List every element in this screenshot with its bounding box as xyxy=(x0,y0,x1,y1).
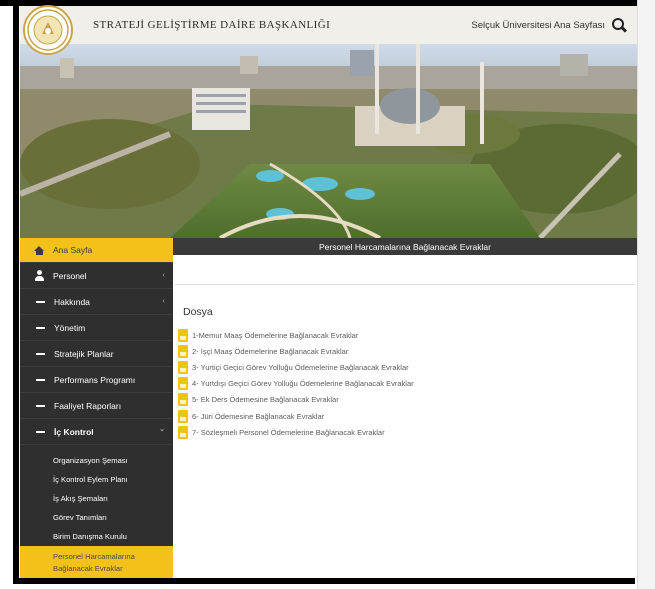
submenu-item-ic-kontrol-eylem-plani[interactable]: İç Kontrol Eylem Planı xyxy=(20,470,173,489)
sidebar-item-ic-kontrol[interactable]: İç Kontrol ⌄ xyxy=(20,419,173,445)
chevron-left-icon: ‹ xyxy=(162,298,165,305)
sidebar-item-label: Personel xyxy=(53,270,87,281)
dash-icon xyxy=(36,404,45,407)
sidebar-item-label: Hakkında xyxy=(54,296,90,307)
university-seal-icon xyxy=(27,9,69,51)
dash-icon xyxy=(36,378,45,381)
dash-icon xyxy=(36,326,45,329)
user-icon xyxy=(34,270,45,281)
file-link[interactable]: 2- İşçi Maaş Ödemelerine Bağlanacak Evra… xyxy=(192,347,348,356)
frame-left xyxy=(13,0,19,584)
frame-bottom xyxy=(13,578,635,584)
submenu-item-organizasyon-semasi[interactable]: Organizasyon Şeması xyxy=(20,451,173,470)
file-list: 1-Memur Maaş Ödemelerine Bağlanacak Evra… xyxy=(178,327,414,440)
search-icon[interactable] xyxy=(611,17,627,33)
file-link[interactable]: 5- Ek Ders Ödemesine Bağlanacak Evraklar xyxy=(192,395,339,404)
sidebar-item-stratejik-planlar[interactable]: Stratejik Planlar xyxy=(20,341,173,367)
submenu-item-gorev-tanimlari[interactable]: Görev Tanımları xyxy=(20,508,173,527)
document-icon xyxy=(178,360,188,374)
sidebar-item-performans-programi[interactable]: Performans Programı xyxy=(20,367,173,393)
site-title[interactable]: STRATEJİ GELİŞTİRME DAİRE BAŞKANLIĞI xyxy=(93,19,471,31)
document-icon xyxy=(178,377,188,391)
sidebar-item-yonetim[interactable]: Yönetim xyxy=(20,315,173,341)
sidebar-nav: Ana Sayfa Personel ‹ Hakkında ‹ Yönetim … xyxy=(20,238,173,580)
submenu-item-personel-harcamalari[interactable]: Personel Harcamalarına Bağlanacak Evrakl… xyxy=(20,546,173,580)
page-title: Personel Harcamalarına Bağlanacak Evrakl… xyxy=(173,238,637,255)
sidebar-item-label: Yönetim xyxy=(54,322,86,333)
campus-photo-illustration xyxy=(20,44,637,238)
section-title: Dosya xyxy=(183,306,213,318)
sidebar-item-personel[interactable]: Personel ‹ xyxy=(20,263,173,289)
sidebar-item-label: Faaliyet Raporları xyxy=(54,400,122,411)
submenu-item-is-akis-semalari[interactable]: İş Akış Şemaları xyxy=(20,489,173,508)
submenu-item-birim-danisma-kurulu[interactable]: Birim Danışma Kurulu xyxy=(20,527,173,546)
document-icon xyxy=(178,425,188,439)
university-logo[interactable] xyxy=(23,5,73,55)
campus-hero-image xyxy=(20,44,637,238)
university-home-link[interactable]: Selçuk Üniversitesi Ana Sayfası xyxy=(471,20,605,31)
document-icon xyxy=(178,344,188,358)
page-right-margin xyxy=(637,0,655,589)
chevron-left-icon: ‹ xyxy=(162,272,165,279)
sidebar-item-label: İç Kontrol xyxy=(54,426,94,437)
dash-icon xyxy=(36,300,45,303)
sidebar-item-home[interactable]: Ana Sayfa xyxy=(20,238,173,263)
file-link[interactable]: 4- Yurtdışı Geçici Görev Yolluğu Ödemele… xyxy=(192,379,414,388)
file-item[interactable]: 4- Yurtdışı Geçici Görev Yolluğu Ödemele… xyxy=(178,376,414,392)
document-icon xyxy=(178,409,188,423)
site-header: STRATEJİ GELİŞTİRME DAİRE BAŞKANLIĞI Sel… xyxy=(20,5,637,55)
document-icon xyxy=(178,328,188,342)
file-item[interactable]: 1-Memur Maaş Ödemelerine Bağlanacak Evra… xyxy=(178,327,414,343)
file-link[interactable]: 1-Memur Maaş Ödemelerine Bağlanacak Evra… xyxy=(192,331,358,340)
dash-icon xyxy=(36,430,45,433)
sidebar-item-hakkinda[interactable]: Hakkında ‹ xyxy=(20,289,173,315)
sidebar-item-label: Stratejik Planlar xyxy=(54,348,114,359)
document-icon xyxy=(178,393,188,407)
file-link[interactable]: 7- Sözleşmeli Personel Ödemelerine Bağla… xyxy=(192,428,385,437)
content-divider xyxy=(175,284,635,285)
file-item[interactable]: 3- Yurtiçi Geçici Görev Yolluğu Ödemeler… xyxy=(178,359,414,375)
dash-icon xyxy=(36,352,45,355)
sidebar-item-label: Ana Sayfa xyxy=(53,245,93,255)
chevron-down-icon: ⌄ xyxy=(159,426,165,433)
home-icon xyxy=(34,245,45,255)
file-item[interactable]: 2- İşçi Maaş Ödemelerine Bağlanacak Evra… xyxy=(178,343,414,359)
file-item[interactable]: 7- Sözleşmeli Personel Ödemelerine Bağla… xyxy=(178,424,414,440)
file-link[interactable]: 3- Yurtiçi Geçici Görev Yolluğu Ödemeler… xyxy=(192,363,409,372)
sidebar-item-label: Performans Programı xyxy=(54,374,136,385)
file-item[interactable]: 6- Jüri Ödemesine Bağlanacak Evraklar xyxy=(178,408,414,424)
file-item[interactable]: 5- Ek Ders Ödemesine Bağlanacak Evraklar xyxy=(178,392,414,408)
sidebar-item-faaliyet-raporlari[interactable]: Faaliyet Raporları xyxy=(20,393,173,419)
file-link[interactable]: 6- Jüri Ödemesine Bağlanacak Evraklar xyxy=(192,412,324,421)
